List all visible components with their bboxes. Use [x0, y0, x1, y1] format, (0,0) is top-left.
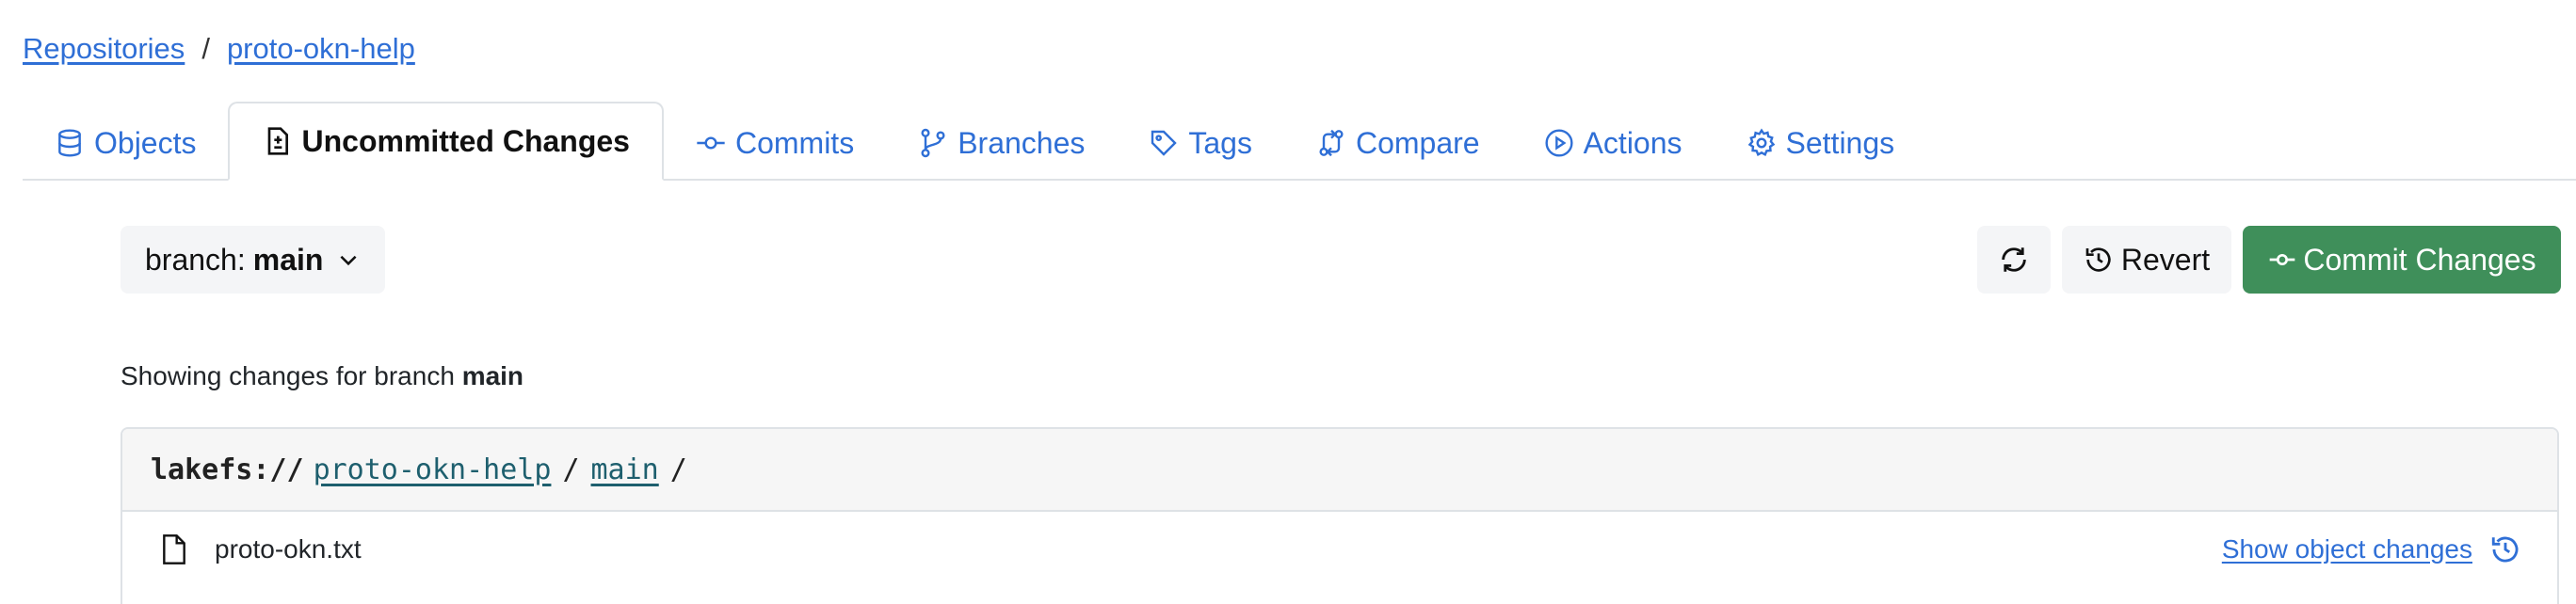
breadcrumb: Repositories / proto-okn-help	[23, 28, 415, 70]
tab-compare-label: Compare	[1355, 125, 1480, 160]
breadcrumb-separator: /	[201, 32, 210, 65]
git-compare-icon	[1316, 128, 1346, 158]
revert-button[interactable]: Revert	[2062, 226, 2231, 294]
table-row: proto-okn.txt Show object changes	[122, 512, 2557, 587]
tab-actions-label: Actions	[1583, 125, 1682, 160]
object-changes-actions: Show object changes	[2222, 512, 2521, 587]
changes-summary-text: Showing changes for branch	[121, 361, 455, 390]
refresh-button[interactable]	[1977, 226, 2051, 294]
path-separator: /	[562, 453, 580, 486]
commit-changes-button[interactable]: Commit Changes	[2243, 226, 2561, 294]
tab-uncommitted-changes[interactable]: Uncommitted Changes	[228, 102, 664, 181]
tab-commits[interactable]: Commits	[664, 105, 886, 181]
tab-settings[interactable]: Settings	[1715, 105, 1927, 181]
path-header: lakefs:// proto-okn-help / main /	[122, 429, 2557, 512]
path-protocol: lakefs://	[151, 453, 304, 486]
file-name: proto-okn.txt	[215, 534, 362, 564]
history-icon[interactable]	[2489, 533, 2521, 565]
git-commit-icon	[696, 128, 726, 158]
changes-table: lakefs:// proto-okn-help / main / proto-…	[121, 427, 2559, 604]
tag-icon	[1149, 128, 1179, 158]
tab-branches-label: Branches	[958, 125, 1086, 160]
tab-settings-label: Settings	[1785, 125, 1895, 160]
tab-branches[interactable]: Branches	[886, 105, 1117, 181]
tab-compare[interactable]: Compare	[1284, 105, 1512, 181]
gear-icon	[1747, 128, 1777, 158]
breadcrumb-repositories-link[interactable]: Repositories	[23, 28, 185, 70]
refresh-icon	[2002, 247, 2026, 272]
revert-label: Revert	[2120, 242, 2211, 277]
tab-uncommitted-changes-label: Uncommitted Changes	[301, 123, 630, 158]
path-branch-link[interactable]: main	[591, 453, 659, 486]
play-circle-icon	[1544, 128, 1574, 158]
branch-name: main	[252, 242, 324, 277]
breadcrumb-repo-link[interactable]: proto-okn-help	[227, 28, 415, 70]
branch-prefix-label: branch:	[145, 242, 246, 277]
history-icon	[2085, 247, 2111, 272]
tab-tags[interactable]: Tags	[1117, 105, 1284, 181]
commit-changes-label: Commit Changes	[2303, 242, 2536, 277]
file-icon	[163, 534, 185, 564]
tab-actions[interactable]: Actions	[1512, 105, 1715, 181]
changes-summary: Showing changes for branch main	[121, 361, 523, 391]
show-object-changes-link[interactable]: Show object changes	[2222, 534, 2472, 564]
path-separator: /	[669, 453, 687, 486]
path-repo-link[interactable]: proto-okn-help	[314, 453, 552, 486]
chevron-down-icon	[340, 255, 357, 266]
tab-commits-label: Commits	[734, 125, 855, 160]
branch-selector-button[interactable]: branch: main	[121, 226, 386, 294]
file-diff-icon	[262, 126, 292, 156]
git-branch-icon	[918, 128, 948, 158]
page: Repositories / proto-okn-help Objects Un…	[0, 0, 2576, 604]
tab-objects[interactable]: Objects	[23, 105, 228, 181]
git-commit-icon	[2270, 254, 2295, 265]
tab-tags-label: Tags	[1188, 125, 1252, 160]
repo-tabs: Objects Uncommitted Changes Commits Bran…	[23, 102, 2576, 181]
database-icon	[55, 128, 85, 158]
tab-objects-label: Objects	[94, 125, 197, 160]
changes-summary-branch: main	[461, 361, 524, 390]
